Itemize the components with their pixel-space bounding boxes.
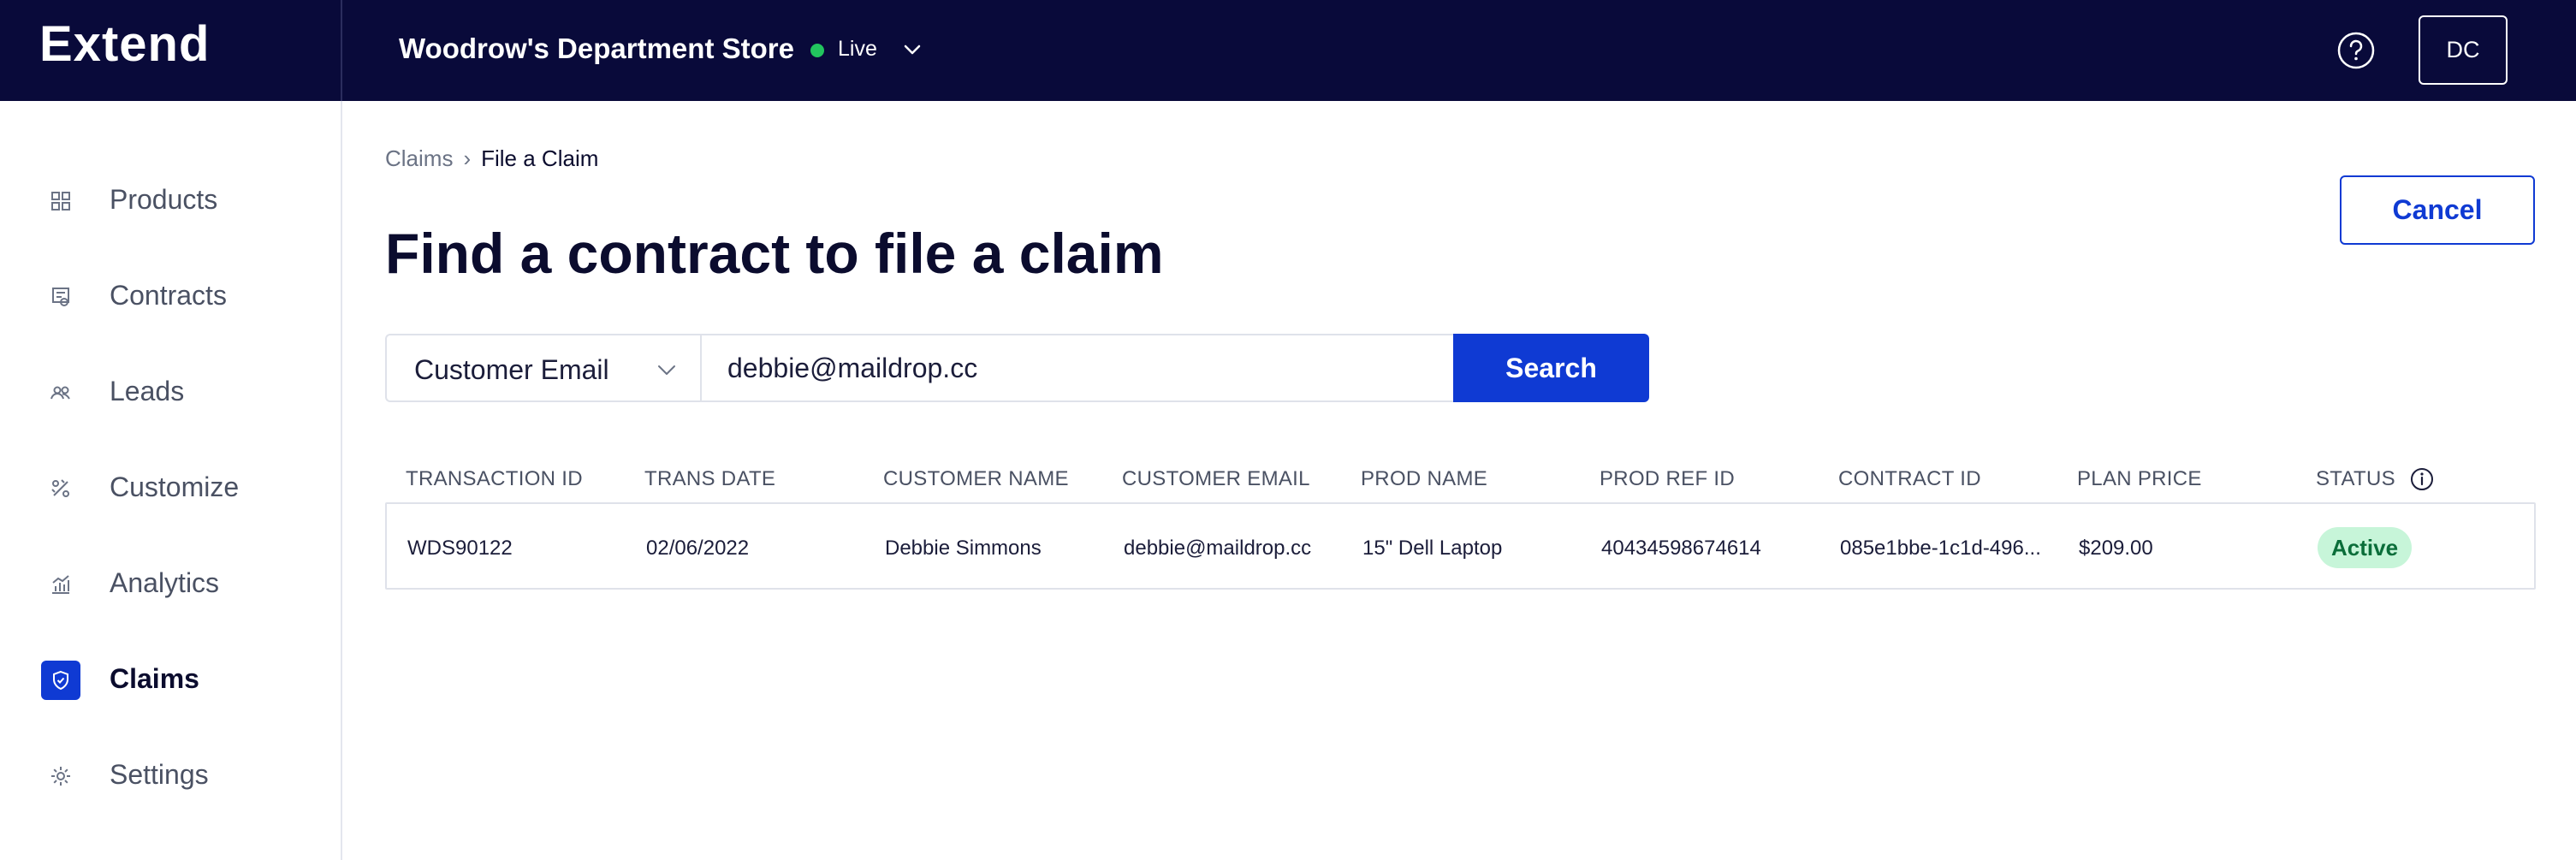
search-button[interactable]: Search xyxy=(1453,334,1649,402)
analytics-icon xyxy=(41,565,80,604)
gear-icon xyxy=(41,756,80,796)
sidebar-item-label: Settings xyxy=(110,759,209,790)
breadcrumb: Claims › File a Claim xyxy=(385,145,598,172)
sidebar-item-label: Analytics xyxy=(110,567,220,598)
cell-customer-email: debbie@maildrop.cc xyxy=(1124,537,1312,560)
store-name[interactable]: Woodrow's Department Store xyxy=(399,33,794,65)
search-field-select[interactable]: Customer Email xyxy=(385,334,700,402)
page-title: Find a contract to file a claim xyxy=(385,222,1164,285)
cell-trans-date: 02/06/2022 xyxy=(646,537,750,560)
chevron-down-icon xyxy=(658,365,675,375)
column-header-customer-email[interactable]: CUSTOMER EMAIL xyxy=(1122,467,1310,491)
cell-prod-ref-id: 40434598674614 xyxy=(1601,537,1761,560)
sidebar: Products Contracts Leads Customize Analy… xyxy=(0,101,342,860)
chevron-down-icon[interactable] xyxy=(900,39,924,60)
search-input[interactable] xyxy=(727,351,1429,385)
sidebar-item-claims[interactable]: Claims xyxy=(0,644,341,712)
sidebar-item-leads[interactable]: Leads xyxy=(0,356,341,424)
top-bar: Extend Woodrow's Department Store Live D… xyxy=(0,0,2576,101)
status-badge: Active xyxy=(2318,527,2413,568)
sidebar-item-customize[interactable]: Customize xyxy=(0,452,341,520)
logo-area: Extend xyxy=(0,0,342,101)
column-header-customer-name[interactable]: CUSTOMER NAME xyxy=(883,467,1069,491)
sidebar-item-settings[interactable]: Settings xyxy=(0,739,341,808)
search-field-select-value: Customer Email xyxy=(414,354,609,385)
customize-icon xyxy=(41,469,80,508)
live-status-label: Live xyxy=(838,37,877,61)
cell-contract-id: 085e1bbe-1c1d-496... xyxy=(1840,537,2041,560)
shield-icon xyxy=(41,661,80,700)
cell-transaction-id: WDS90122 xyxy=(407,537,513,560)
people-icon xyxy=(41,373,80,412)
table-row[interactable]: WDS90122 02/06/2022 Debbie Simmons debbi… xyxy=(385,502,2536,590)
column-header-trans-date[interactable]: TRANS DATE xyxy=(644,467,775,491)
sidebar-item-label: Claims xyxy=(110,663,199,694)
grid-icon xyxy=(41,181,80,221)
column-header-contract-id[interactable]: CONTRACT ID xyxy=(1838,467,1981,491)
sidebar-item-analytics[interactable]: Analytics xyxy=(0,548,341,616)
sidebar-item-label: Leads xyxy=(110,376,185,406)
column-header-status[interactable]: STATUS xyxy=(2316,467,2395,491)
column-header-prod-ref-id[interactable]: PROD REF ID xyxy=(1600,467,1735,491)
info-icon[interactable] xyxy=(2410,467,2434,491)
help-icon[interactable] xyxy=(2336,31,2376,70)
breadcrumb-link-claims[interactable]: Claims xyxy=(385,145,453,171)
column-header-prod-name[interactable]: PROD NAME xyxy=(1361,467,1487,491)
live-status-dot xyxy=(810,44,824,57)
sidebar-item-label: Customize xyxy=(110,472,240,502)
search-input-container xyxy=(700,334,1455,402)
cancel-button[interactable]: Cancel xyxy=(2340,175,2535,245)
column-header-plan-price[interactable]: PLAN PRICE xyxy=(2077,467,2202,491)
cell-plan-price: $209.00 xyxy=(2079,537,2153,560)
user-avatar-button[interactable]: DC xyxy=(2419,15,2508,85)
column-header-transaction-id[interactable]: TRANSACTION ID xyxy=(406,467,583,491)
cell-customer-name: Debbie Simmons xyxy=(885,537,1042,560)
chevron-right-icon: › xyxy=(463,145,472,171)
cell-prod-name: 15" Dell Laptop xyxy=(1362,537,1503,560)
extend-logo[interactable]: Extend xyxy=(39,15,210,73)
sidebar-item-label: Products xyxy=(110,184,218,215)
sidebar-item-contracts[interactable]: Contracts xyxy=(0,260,341,329)
breadcrumb-current: File a Claim xyxy=(481,145,599,171)
sidebar-item-label: Contracts xyxy=(110,280,227,311)
sidebar-item-products[interactable]: Products xyxy=(0,164,341,233)
contract-icon xyxy=(41,277,80,317)
